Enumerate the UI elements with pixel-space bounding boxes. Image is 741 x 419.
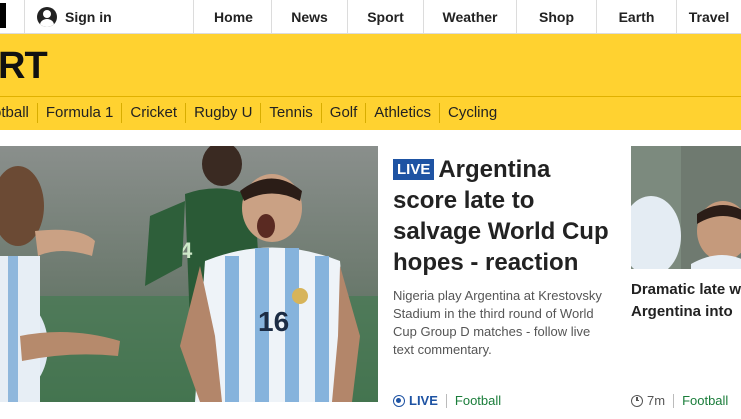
clock-icon — [631, 394, 643, 407]
side-story-headline[interactable]: Dramatic late w Argentina into — [631, 279, 741, 323]
main-story-summary: Nigeria play Argentina at Krestovsky Sta… — [393, 288, 602, 357]
meta-divider — [445, 393, 447, 408]
meta-divider — [673, 393, 675, 408]
main-story-meta: LIVE Football — [393, 393, 501, 408]
subnav-item-cycling[interactable]: Cycling — [440, 103, 505, 123]
side-time: 7m — [647, 393, 666, 408]
main-story-image[interactable]: 4 16 — [0, 146, 378, 402]
user-icon — [37, 7, 57, 27]
football-celebration-photo: 4 16 — [0, 146, 378, 402]
nav-item-weather[interactable]: Weather — [424, 0, 517, 34]
nav-item-sport[interactable]: Sport — [348, 0, 424, 34]
nav-item-home[interactable]: Home — [196, 0, 272, 34]
side-story-image[interactable] — [631, 146, 741, 269]
logo-mark[interactable] — [0, 3, 6, 28]
nav-item-earth[interactable]: Earth — [597, 0, 677, 34]
nav-item-news[interactable]: News — [272, 0, 348, 34]
subnav-item-formula1[interactable]: Formula 1 — [38, 103, 123, 123]
meta-live-label: LIVE — [409, 393, 438, 408]
subnav-item-athletics[interactable]: Athletics — [366, 103, 440, 123]
section-link-football[interactable]: Football — [455, 393, 501, 408]
nav-item-shop[interactable]: Shop — [517, 0, 597, 34]
svg-text:16: 16 — [258, 306, 289, 337]
main-story-headline[interactable]: LIVE Argentina score late to salvage Worl… — [393, 154, 618, 278]
sign-in-link[interactable]: Sign in — [24, 0, 194, 34]
section-link-football[interactable]: Football — [682, 393, 728, 408]
live-indicator: LIVE — [393, 393, 438, 408]
sport-title[interactable]: RT — [0, 44, 48, 88]
side-title-line2: Argentina into — [631, 303, 733, 320]
player-photo — [631, 146, 741, 269]
subnav-item-cricket[interactable]: Cricket — [122, 103, 187, 123]
live-badge: LIVE — [393, 159, 435, 180]
sport-header: RT otball Formula 1 Cricket Rugby U Tenn… — [0, 34, 741, 130]
top-navigation-bar: Sign in Home News Sport Weather Shop Ear… — [0, 0, 741, 34]
side-title-line1: Dramatic late w — [631, 281, 741, 298]
global-nav: Home News Sport Weather Shop Earth Trave… — [196, 0, 741, 34]
subnav-item-rugby-union[interactable]: Rugby U — [186, 103, 262, 123]
side-story-meta: 7m Football — [631, 393, 728, 408]
sport-subnav: otball Formula 1 Cricket Rugby U Tennis … — [0, 97, 505, 129]
subnav-item-tennis[interactable]: Tennis — [261, 103, 322, 123]
nav-item-travel[interactable]: Travel — [677, 0, 741, 34]
subnav-item-football[interactable]: otball — [0, 103, 38, 123]
subnav-item-golf[interactable]: Golf — [322, 103, 367, 123]
sign-in-label: Sign in — [65, 9, 112, 25]
live-icon — [393, 394, 405, 407]
